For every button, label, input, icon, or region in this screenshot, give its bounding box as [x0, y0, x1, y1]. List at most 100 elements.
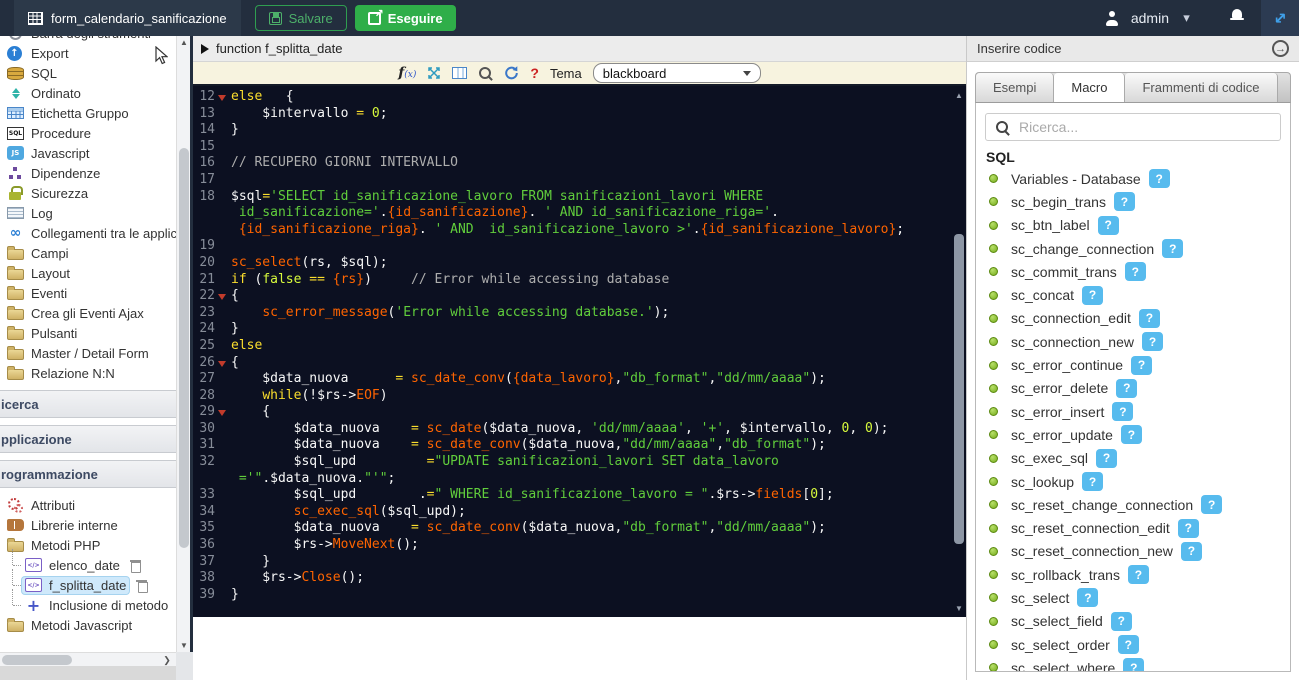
sidebar-item-crea-gli-eventi-ajax[interactable]: Crea gli Eventi Ajax: [0, 303, 176, 323]
sidebar-item-metodi-javascript[interactable]: Metodi Javascript: [0, 615, 176, 635]
macro-item-sc-reset-connection-new[interactable]: sc_reset_connection_new?: [976, 540, 1290, 563]
macro-label[interactable]: sc_error_update: [1011, 427, 1113, 443]
code-line[interactable]: 25else: [193, 338, 966, 355]
sidebar-item-sql[interactable]: SQL: [0, 63, 176, 83]
tab-esempi[interactable]: Esempi: [976, 73, 1054, 102]
function-wizard-button[interactable]: f(x): [398, 65, 416, 81]
macro-item-sc-select-field[interactable]: sc_select_field?: [976, 610, 1290, 633]
help-badge[interactable]: ?: [1162, 239, 1183, 258]
macro-item-sc-error-update[interactable]: sc_error_update?: [976, 423, 1290, 446]
search-input[interactable]: [1019, 119, 1259, 135]
macro-label[interactable]: sc_select: [1011, 590, 1069, 606]
code-line[interactable]: 34 sc_exec_sql($sql_upd);: [193, 504, 966, 521]
code-line[interactable]: 24}: [193, 321, 966, 338]
code-line[interactable]: 35 $data_nuova = sc_date_conv($data_nuov…: [193, 520, 966, 537]
macro-item-sc-lookup[interactable]: sc_lookup?: [976, 470, 1290, 493]
help-badge[interactable]: ?: [1096, 449, 1117, 468]
macro-label[interactable]: sc_connection_edit: [1011, 310, 1131, 326]
macro-item-sc-error-insert[interactable]: sc_error_insert?: [976, 400, 1290, 423]
code-line[interactable]: 28 while(!$rs->EOF): [193, 388, 966, 405]
search-icon[interactable]: [478, 66, 493, 81]
notifications-button[interactable]: [1213, 8, 1261, 28]
editor-scrollbar[interactable]: ▲ ▼: [952, 86, 966, 617]
code-line[interactable]: 22{: [193, 288, 966, 305]
macro-label[interactable]: sc_commit_trans: [1011, 264, 1117, 280]
scrollbar-thumb[interactable]: [2, 655, 72, 665]
sidebar-item-campi[interactable]: Campi: [0, 243, 176, 263]
scroll-up-arrow-icon[interactable]: ▲: [177, 36, 191, 49]
scroll-down-arrow-icon[interactable]: ▼: [952, 601, 966, 615]
code-line[interactable]: 38 $rs->Close();: [193, 570, 966, 587]
macro-label[interactable]: sc_connection_new: [1011, 334, 1134, 350]
help-badge[interactable]: ?: [1112, 402, 1133, 421]
code-line[interactable]: 31 $data_nuova = sc_date_conv($data_nuov…: [193, 437, 966, 454]
help-badge[interactable]: ?: [1201, 495, 1222, 514]
code-line[interactable]: 36 $rs->MoveNext();: [193, 537, 966, 554]
macro-label[interactable]: sc_lookup: [1011, 474, 1074, 490]
help-badge[interactable]: ?: [1121, 425, 1142, 444]
sidebar-item-f-splitta-date[interactable]: f_splitta_date: [0, 575, 176, 595]
theme-select[interactable]: blackboard: [593, 63, 761, 83]
macro-label[interactable]: sc_error_continue: [1011, 357, 1123, 373]
help-badge[interactable]: ?: [1111, 612, 1132, 631]
macro-item-sc-connection-new[interactable]: sc_connection_new?: [976, 330, 1290, 353]
macro-item-sc-change-connection[interactable]: sc_change_connection?: [976, 237, 1290, 260]
help-badge[interactable]: ?: [1098, 216, 1119, 235]
scrollbar-thumb[interactable]: [179, 148, 189, 548]
code-line[interactable]: 17: [193, 172, 966, 189]
sidebar-item-barra-degli-strumenti[interactable]: Barra degli strumenti: [0, 36, 176, 43]
help-badge[interactable]: ?: [1114, 192, 1135, 211]
code-line[interactable]: 21if (false == {rs}) // Error while acce…: [193, 272, 966, 289]
macro-item-sc-error-delete[interactable]: sc_error_delete?: [976, 377, 1290, 400]
help-badge[interactable]: ?: [1082, 286, 1103, 305]
macro-item-sc-commit-trans[interactable]: sc_commit_trans?: [976, 260, 1290, 283]
sidebar-item-pulsanti[interactable]: Pulsanti: [0, 323, 176, 343]
trash-icon[interactable]: [136, 579, 147, 592]
help-badge[interactable]: ?: [1181, 542, 1202, 561]
macro-label[interactable]: sc_select_order: [1011, 637, 1110, 653]
help-badge[interactable]: ?: [1077, 588, 1098, 607]
fold-arrow-icon[interactable]: [218, 95, 226, 105]
sidebar-item-metodi-php[interactable]: Metodi PHP: [0, 535, 176, 555]
tab-frammenti-di-codice[interactable]: Frammenti di codice: [1125, 73, 1277, 102]
fold-arrow-icon[interactable]: [218, 294, 226, 304]
sidebar-item-log[interactable]: Log: [0, 203, 176, 223]
sidebar-section-rogrammazione[interactable]: rogrammazione: [0, 460, 176, 488]
fullscreen-editor-icon[interactable]: [427, 66, 441, 80]
sidebar-item-librerie-interne[interactable]: Librerie interne: [0, 515, 176, 535]
help-badge[interactable]: ?: [1118, 635, 1139, 654]
scrollbar-thumb[interactable]: [954, 234, 964, 544]
help-badge[interactable]: ?: [1123, 658, 1144, 672]
code-line[interactable]: 27 $data_nuova = sc_date_conv({data_lavo…: [193, 371, 966, 388]
fold-arrow-icon[interactable]: [218, 410, 226, 420]
macro-search[interactable]: [985, 113, 1281, 141]
help-badge[interactable]: ?: [1128, 565, 1149, 584]
sidebar-section-icerca[interactable]: icerca: [0, 390, 176, 418]
macro-item-sc-connection-edit[interactable]: sc_connection_edit?: [976, 307, 1290, 330]
macro-item-sc-reset-connection-edit[interactable]: sc_reset_connection_edit?: [976, 516, 1290, 539]
macro-label[interactable]: sc_change_connection: [1011, 241, 1154, 257]
help-badge[interactable]: ?: [1178, 519, 1199, 538]
sidebar-item-master-detail-form[interactable]: Master / Detail Form: [0, 343, 176, 363]
help-badge[interactable]: ?: [1082, 472, 1103, 491]
code-line[interactable]: 13 $intervallo = 0;: [193, 106, 966, 123]
macro-label[interactable]: sc_concat: [1011, 287, 1074, 303]
sidebar-item-export[interactable]: Export: [0, 43, 176, 63]
macro-label[interactable]: Variables - Database: [1011, 171, 1141, 187]
code-line[interactable]: 23 sc_error_message('Error while accessi…: [193, 305, 966, 322]
trash-icon[interactable]: [130, 559, 141, 572]
macro-item-sc-error-continue[interactable]: sc_error_continue?: [976, 353, 1290, 376]
code-line[interactable]: 30 $data_nuova = sc_date($data_nuova, 'd…: [193, 421, 966, 438]
help-badge[interactable]: ?: [1142, 332, 1163, 351]
user-menu[interactable]: admin: [1087, 10, 1213, 26]
macro-item-sc-begin-trans[interactable]: sc_begin_trans?: [976, 190, 1290, 213]
sidebar-item-sicurezza[interactable]: Sicurezza: [0, 183, 176, 203]
code-line[interactable]: id_sanificazione='.{id_sanificazione}. '…: [193, 205, 966, 222]
collapse-panel-icon[interactable]: [1272, 40, 1289, 57]
sidebar-item-attributi[interactable]: Attributi: [0, 495, 176, 515]
help-icon[interactable]: ?: [530, 65, 539, 81]
sidebar-item-procedure[interactable]: Procedure: [0, 123, 176, 143]
help-badge[interactable]: ?: [1125, 262, 1146, 281]
macro-item-sc-exec-sql[interactable]: sc_exec_sql?: [976, 447, 1290, 470]
code-line[interactable]: 39}: [193, 587, 966, 604]
